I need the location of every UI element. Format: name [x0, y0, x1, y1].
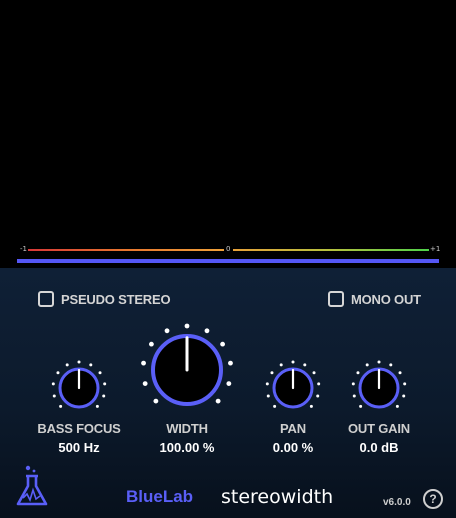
width-tick [204, 328, 210, 334]
pan-tick [291, 360, 295, 364]
bass-focus-tick [95, 404, 99, 408]
out-gain-tick [352, 394, 356, 398]
width-tick [184, 323, 190, 329]
bass-focus-label: BASS FOCUS [37, 421, 121, 436]
pan-tick [309, 404, 313, 408]
width-tick [164, 328, 170, 334]
width-tick [226, 381, 232, 386]
bass-focus-tick [52, 394, 56, 398]
width-tick [153, 398, 159, 404]
pseudo-stereo-box[interactable] [38, 291, 54, 307]
bass-focus-tick [59, 404, 63, 408]
pan-tick [270, 371, 274, 375]
mono-out-box[interactable] [328, 291, 344, 307]
pan-tick [273, 404, 277, 408]
pan-tick [317, 382, 321, 386]
bass-focus-tick [77, 360, 81, 364]
correlation-bar [17, 259, 439, 263]
stereo-display [0, 0, 456, 268]
out-gain-tick [356, 371, 360, 375]
pan-knob[interactable] [261, 356, 325, 420]
product-name: stereowidth [221, 486, 334, 508]
brand-name: BlueLab [126, 487, 194, 506]
width-tick [220, 341, 225, 347]
out-gain-tick [398, 371, 402, 375]
bass-focus-tick [51, 382, 55, 386]
pan-tick [265, 382, 269, 386]
width-tick [141, 360, 146, 366]
pan-tick [303, 363, 307, 367]
out-gain-tick [389, 363, 393, 367]
out-gain-tick [377, 360, 381, 364]
out-gain-tick [351, 382, 355, 386]
bass-focus-tick [102, 394, 106, 398]
version-label: v6.0.0 [383, 497, 411, 508]
scale-max-label: +1 [430, 245, 441, 253]
scale-mid-label: 0 [226, 245, 231, 253]
pan-tick [312, 371, 316, 375]
bass-focus-knob[interactable] [47, 356, 111, 420]
bass-focus-tick [103, 382, 107, 386]
width-label: WIDTH [166, 421, 208, 436]
bass-focus-value: 500 Hz [58, 440, 100, 455]
out-gain-knob[interactable] [347, 356, 411, 420]
mono-out-label: MONO OUT [351, 291, 421, 307]
pan-tick [279, 363, 283, 367]
width-tick [149, 341, 154, 347]
bass-focus-tick [56, 371, 60, 375]
flask-icon [16, 465, 48, 506]
out-gain-value: 0.0 dB [359, 440, 399, 455]
width-tick [215, 398, 221, 404]
bass-focus-tick [65, 363, 69, 367]
width-tick [228, 360, 233, 366]
bass-focus-tick [98, 371, 102, 375]
out-gain-tick [402, 394, 406, 398]
scale-line-right [233, 249, 429, 251]
out-gain-label: OUT GAIN [348, 421, 410, 436]
out-gain-tick [395, 404, 399, 408]
pseudo-stereo-label: PSEUDO STEREO [61, 291, 171, 307]
mono-out-checkbox[interactable]: MONO OUT [328, 291, 421, 307]
scale-line-left [28, 249, 224, 251]
pan-tick [316, 394, 320, 398]
width-value: 100.00 % [159, 440, 215, 455]
bass-focus-tick [89, 363, 93, 367]
width-tick [142, 381, 148, 386]
out-gain-tick [365, 363, 369, 367]
out-gain-tick [403, 382, 407, 386]
width-knob[interactable] [137, 320, 237, 420]
out-gain-tick [359, 404, 363, 408]
pseudo-stereo-checkbox[interactable]: PSEUDO STEREO [38, 291, 171, 307]
help-icon[interactable]: ? [423, 489, 443, 509]
scale-min-label: -1 [20, 245, 27, 253]
pan-tick [266, 394, 270, 398]
